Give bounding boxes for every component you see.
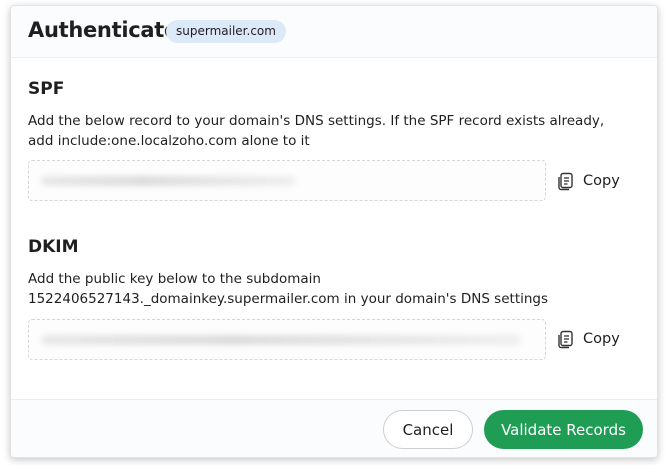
validate-records-button[interactable]: Validate Records [484, 410, 643, 449]
dialog-header: Authenticate supermailer.com [11, 6, 657, 58]
dkim-title: DKIM [28, 237, 79, 257]
spf-record-field[interactable] [28, 160, 546, 201]
dkim-record-value-obscured [41, 335, 521, 345]
dkim-record-field[interactable] [28, 319, 546, 360]
spf-record-value-obscured [41, 176, 296, 186]
dialog-title: Authenticate [28, 18, 178, 42]
domain-badge: supermailer.com [166, 20, 286, 43]
spf-title: SPF [28, 79, 65, 99]
dkim-description-line1: Add the public key below to the subdomai… [28, 271, 321, 287]
spf-description: Add the below record to your domain's DN… [28, 113, 605, 149]
spf-copy-label: Copy [583, 173, 620, 189]
cancel-button[interactable]: Cancel [383, 410, 473, 449]
copy-icon [558, 172, 573, 191]
dkim-copy-label: Copy [583, 331, 620, 347]
authenticate-dialog: Authenticate supermailer.com SPF Add the… [10, 5, 658, 458]
dkim-copy-button[interactable]: Copy [555, 326, 620, 352]
dialog-footer: Cancel Validate Records [11, 399, 657, 457]
copy-icon [558, 330, 573, 349]
dkim-description-line2: 1522406527143._domainkey.supermailer.com… [28, 291, 549, 307]
spf-copy-button[interactable]: Copy [555, 168, 620, 194]
